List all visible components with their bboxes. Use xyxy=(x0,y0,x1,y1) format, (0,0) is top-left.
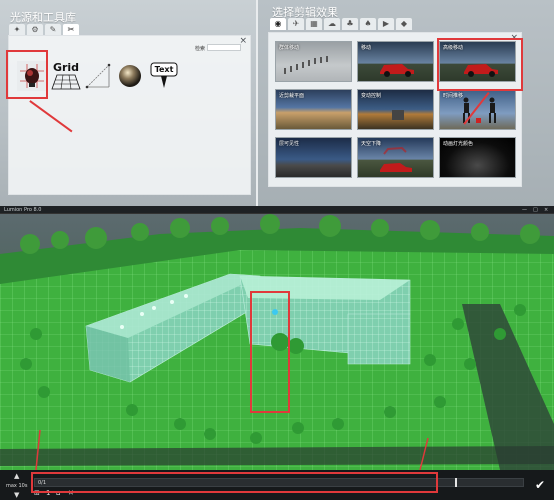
reflection-sphere-tool-item[interactable] xyxy=(115,61,145,91)
max-duration-label: max 10s xyxy=(6,483,28,489)
effects-tab-7[interactable]: ▶ xyxy=(378,18,394,30)
confirm-check-icon[interactable]: ✔ xyxy=(532,478,548,492)
effects-tab-4[interactable]: ☁ xyxy=(324,18,340,30)
grid-icon xyxy=(51,74,81,90)
grid-tool-label: Grid xyxy=(52,61,80,74)
scroll-up-icon[interactable]: ▲ xyxy=(14,472,19,480)
effect-label: 层可见性 xyxy=(279,141,300,147)
effect-label: 移动 xyxy=(361,45,372,51)
effect-transform-control[interactable]: 变动控制 xyxy=(357,89,434,130)
effect-time-lapse[interactable]: 时间推移 xyxy=(439,89,516,130)
scroll-down-icon[interactable]: ▼ xyxy=(14,491,19,499)
effect-label: 变动控制 xyxy=(361,93,382,99)
effect-animated-light-color[interactable]: 动画灯光颜色 xyxy=(439,137,516,178)
effects-tabs: ◉ ✈ ▦ ☁ ♣ ♠ ▶ ◆ xyxy=(270,18,412,30)
sphere-icon xyxy=(119,65,141,87)
advanced-move-highlight xyxy=(437,38,523,91)
close-icon[interactable]: × xyxy=(544,206,548,214)
effects-tab-3[interactable]: ▦ xyxy=(306,18,322,30)
3d-viewport[interactable]: Lumion Pro 8.0 — □ × ▲ max 10s ▼ 0/1 ⊞ 1… xyxy=(0,206,554,500)
search-input[interactable] xyxy=(207,44,241,51)
effects-tab-2[interactable]: ✈ xyxy=(288,18,304,30)
timeline-highlight xyxy=(31,472,438,493)
effects-tab-1[interactable]: ◉ xyxy=(270,18,286,30)
grid-tool-item[interactable]: Grid xyxy=(51,61,81,91)
effects-tab-5[interactable]: ♣ xyxy=(342,18,358,30)
effect-label: 天空下降 xyxy=(361,141,382,147)
tool-library-panel: 光源和工具库 ✦ ⚙ ✎ ✂ × 检索 Grid Text xyxy=(0,0,256,206)
clip-timeline: ▲ max 10s ▼ 0/1 ⊞ 1 ⌂ ✕ ✔ xyxy=(0,470,554,500)
minimize-icon[interactable]: — xyxy=(522,206,527,214)
effects-panel: 选择剪辑效果 ◉ ✈ ▦ ☁ ♣ ♠ ▶ ◆ × 群体移动 移动 高级移动 近剪… xyxy=(258,0,554,206)
title-bar: Lumion Pro 8.0 — □ × xyxy=(0,206,554,214)
search-label: 检索 xyxy=(194,46,205,52)
light-tool-highlight xyxy=(6,50,48,99)
effect-layer-visibility[interactable]: 层可见性 xyxy=(275,137,352,178)
timeline-end-handle[interactable] xyxy=(455,478,457,487)
effects-tab-6[interactable]: ♠ xyxy=(360,18,376,30)
scene-render xyxy=(0,214,554,470)
measure-tool-item[interactable] xyxy=(83,61,113,91)
effect-near-clip-plane[interactable]: 近剪裁平面 xyxy=(275,89,352,130)
effect-label: 动画灯光颜色 xyxy=(443,141,474,147)
screenshot-root: 光源和工具库 ✦ ⚙ ✎ ✂ × 检索 Grid Text 选择剪辑效果 ◉ ✈… xyxy=(0,0,554,500)
maximize-icon[interactable]: □ xyxy=(533,206,538,214)
text-tool-label: Text xyxy=(154,65,174,74)
effect-crowd-move[interactable]: 群体移动 xyxy=(275,41,352,82)
effect-sky-drop[interactable]: 天空下降 xyxy=(357,137,434,178)
effect-label: 时间推移 xyxy=(443,93,464,99)
tool-library-title: 光源和工具库 xyxy=(10,11,76,24)
effect-label: 群体移动 xyxy=(279,45,300,51)
effect-move[interactable]: 移动 xyxy=(357,41,434,82)
effects-tab-8[interactable]: ◆ xyxy=(396,18,412,30)
measure-icon xyxy=(85,63,111,89)
text-tool-item[interactable]: Text xyxy=(149,61,179,91)
app-title: Lumion Pro 8.0 xyxy=(4,207,42,213)
effect-label: 近剪裁平面 xyxy=(279,93,305,99)
